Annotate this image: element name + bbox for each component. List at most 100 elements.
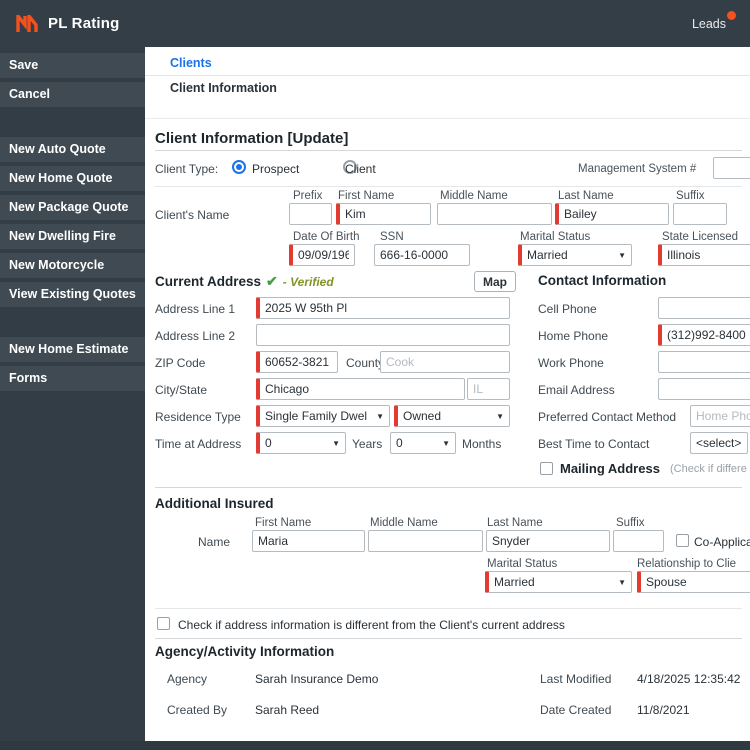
county-label: County [346,356,385,370]
state-licensed-input[interactable] [658,244,750,266]
state-abbr-input[interactable] [467,378,510,400]
sidebar-item-forms[interactable]: Forms [0,366,145,391]
client-type-label: Client Type: [155,162,219,176]
suffix-input[interactable] [673,203,727,225]
ssn-input[interactable] [374,244,470,266]
preferred-contact-method-select[interactable]: Home Pho [690,405,750,427]
first-name-input[interactable] [336,203,431,225]
zip-code-input[interactable] [256,351,338,373]
sidebar: Save Cancel New Auto Quote New Home Quot… [0,47,145,750]
home-phone-input[interactable] [658,324,750,346]
ai-last-name-label: Last Name [487,517,543,529]
ai-suffix-input[interactable] [613,530,664,552]
time-at-address-label: Time at Address [155,437,242,451]
ai-relationship-input[interactable] [637,571,750,593]
last-name-input[interactable] [555,203,669,225]
top-bar: PL Rating Leads [0,0,750,47]
verified-label: - Verified [282,274,334,289]
date-created-value: 11/8/2021 [637,703,690,717]
management-system-input[interactable] [713,157,750,179]
suffix-label: Suffix [676,190,705,202]
marital-status-select[interactable]: Married ▼ [518,244,632,266]
map-button[interactable]: Map [474,271,516,292]
ai-first-name-label: First Name [255,517,312,529]
ai-marital-status-select[interactable]: Married ▼ [485,571,632,593]
leads-link[interactable]: Leads [692,10,736,31]
prospect-radio[interactable] [232,160,246,174]
ai-marital-status-value: Married [494,575,535,589]
residence-type-value: Single Family Dwel [265,409,368,423]
ai-last-name-input[interactable] [486,530,610,552]
ai-middle-name-input[interactable] [368,530,483,552]
work-phone-label: Work Phone [538,356,604,370]
middle-name-input[interactable] [437,203,552,225]
sidebar-item-new-package-quote[interactable]: New Package Quote [0,195,145,220]
mailing-address-label: Mailing Address [560,461,660,476]
ssn-label: SSN [380,231,404,243]
mailing-address-checkbox[interactable] [540,462,553,475]
prefix-input[interactable] [289,203,332,225]
ai-first-name-input[interactable] [252,530,365,552]
ownership-select[interactable]: Owned ▼ [394,405,510,427]
mailing-address-note: (Check if differe [670,463,747,475]
months-select[interactable]: 0 ▼ [390,432,456,454]
divider [155,608,742,609]
email-address-input[interactable] [658,378,750,400]
sidebar-item-view-existing-quotes[interactable]: View Existing Quotes [0,282,145,307]
best-time-to-contact-select[interactable]: <select> [690,432,748,454]
app-title: PL Rating [48,15,120,32]
work-phone-input[interactable] [658,351,750,373]
best-time-to-contact-label: Best Time to Contact [538,437,650,451]
months-label: Months [462,437,502,451]
state-licensed-label: State Licensed [662,231,739,243]
client-radio-label[interactable]: Client [345,162,376,176]
last-modified-value: 4/18/2025 12:35:42 [637,672,741,686]
address-line1-input[interactable] [256,297,510,319]
co-applicant-checkbox[interactable] [676,534,689,547]
prospect-radio-label[interactable]: Prospect [252,162,299,176]
sidebar-cancel-button[interactable]: Cancel [0,82,145,107]
preferred-contact-method-value: Home Pho [696,409,750,423]
county-input[interactable] [380,351,510,373]
sidebar-item-new-motorcycle[interactable]: New Motorcycle [0,253,145,278]
residence-type-label: Residence Type [155,410,241,424]
sidebar-item-new-home-quote[interactable]: New Home Quote [0,166,145,191]
created-by-value: Sarah Reed [255,703,320,717]
dob-input[interactable] [289,244,355,266]
tab-clients[interactable]: Clients [170,56,212,70]
sidebar-item-new-home-estimate[interactable]: New Home Estimate [0,337,145,362]
created-by-label: Created By [167,703,228,717]
sidebar-save-button[interactable]: Save [0,53,145,78]
current-address-header: Current Address ✔ - Verified [155,273,334,290]
sidebar-item-new-dwelling-fire[interactable]: New Dwelling Fire [0,224,145,249]
co-applicant-label: Co-Applica [694,535,750,549]
additional-insured-title: Additional Insured [155,496,274,511]
current-address-title: Current Address [155,274,262,289]
ai-name-label: Name [198,535,231,549]
marital-status-value: Married [527,248,568,262]
panel-divider [145,118,750,119]
cell-phone-input[interactable] [658,297,750,319]
chevron-down-icon: ▼ [332,438,340,448]
address-line2-input[interactable] [256,324,510,346]
last-modified-label: Last Modified [540,672,612,686]
dob-label: Date Of Birth [293,231,360,243]
years-value: 0 [265,436,272,450]
different-address-checkbox[interactable] [157,617,170,630]
residence-type-select[interactable]: Single Family Dwel ▼ [256,405,390,427]
brand: PL Rating [16,14,120,33]
leads-notification-badge [727,10,736,20]
management-system-label: Management System # [578,163,697,175]
agency-value: Sarah Insurance Demo [255,672,379,686]
sidebar-item-new-auto-quote[interactable]: New Auto Quote [0,137,145,162]
page-title: Client Information [Update] [155,130,349,147]
chevron-down-icon: ▼ [496,411,504,421]
divider [155,487,742,488]
city-input[interactable] [256,378,465,400]
clients-name-label: Client's Name [155,208,230,222]
middle-name-label: Middle Name [440,190,508,202]
home-phone-label: Home Phone [538,329,609,343]
cell-phone-label: Cell Phone [538,302,597,316]
email-address-label: Email Address [538,383,615,397]
years-select[interactable]: 0 ▼ [256,432,346,454]
